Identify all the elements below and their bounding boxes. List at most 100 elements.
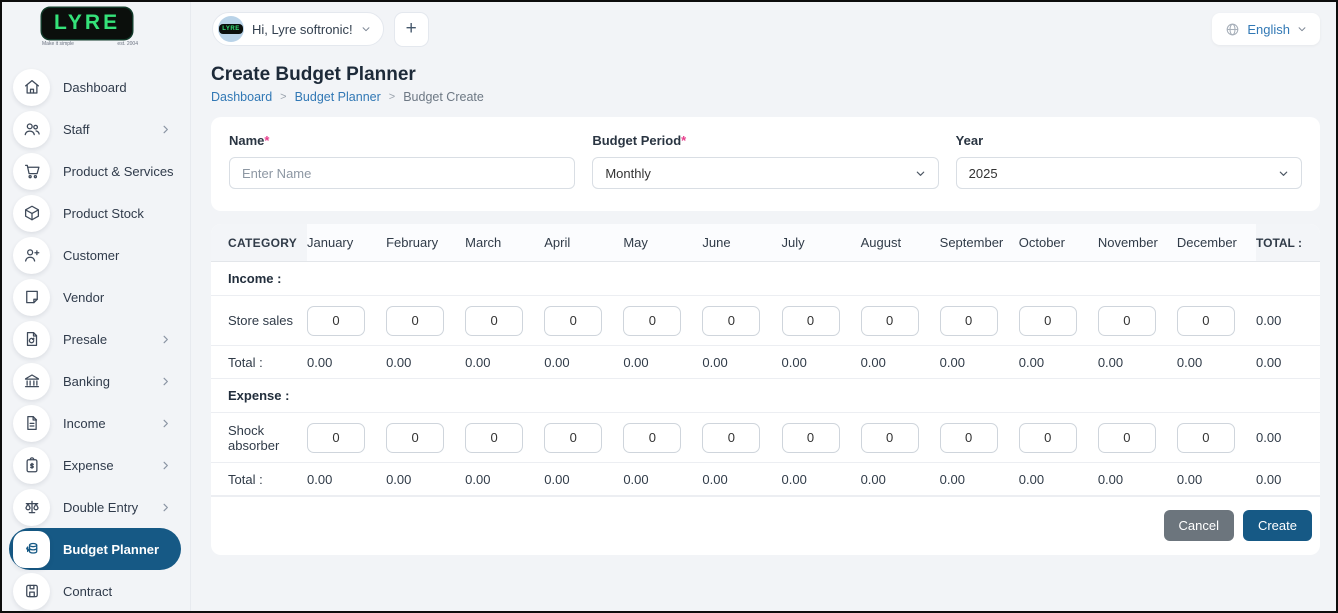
budget-amount-input[interactable] — [861, 306, 919, 336]
sidebar-item-banking[interactable]: Banking — [9, 360, 181, 402]
sidebar-item-product-stock[interactable]: Product Stock — [9, 192, 181, 234]
cancel-button[interactable]: Cancel — [1164, 510, 1234, 541]
sidebar-item-contract[interactable]: Contract — [9, 570, 181, 611]
sidebar-item-expense[interactable]: Expense — [9, 444, 181, 486]
budget-amount-input[interactable] — [1098, 306, 1156, 336]
chevron-right-icon — [160, 124, 171, 135]
budget-amount-input[interactable] — [623, 306, 681, 336]
sidebar-item-customer[interactable]: Customer — [9, 234, 181, 276]
section-total-row: Total :0.000.000.000.000.000.000.000.000… — [211, 346, 1320, 379]
name-field-group: Name* — [229, 133, 575, 189]
chevron-right-icon — [160, 376, 171, 387]
chevron-down-icon — [915, 168, 926, 179]
month-input-cell — [386, 423, 465, 453]
scales-icon — [13, 489, 50, 526]
breadcrumb-link[interactable]: Budget Planner — [295, 90, 381, 104]
sidebar-item-presale[interactable]: Presale — [9, 318, 181, 360]
month-total-value: 0.00 — [861, 355, 940, 370]
budget-amount-input[interactable] — [702, 306, 760, 336]
sidebar-item-income[interactable]: Income — [9, 402, 181, 444]
budget-amount-input[interactable] — [386, 423, 444, 453]
budget-amount-input[interactable] — [940, 423, 998, 453]
sidebar-item-label: Budget Planner — [63, 542, 171, 557]
sidebar-item-budget-planner[interactable]: Budget Planner — [9, 528, 181, 570]
month-total-value: 0.00 — [702, 472, 781, 487]
month-input-cell — [623, 306, 702, 336]
year-field-label: Year — [956, 133, 1302, 148]
sidebar-item-label: Contract — [63, 584, 171, 599]
sidebar-item-vendor[interactable]: Vendor — [9, 276, 181, 318]
month-total-value: 0.00 — [386, 355, 465, 370]
breadcrumb-link[interactable]: Dashboard — [211, 90, 272, 104]
chevron-down-icon — [1297, 24, 1307, 34]
budget-amount-input[interactable] — [623, 423, 681, 453]
budget-amount-input[interactable] — [1019, 306, 1077, 336]
budget-amount-input[interactable] — [307, 306, 365, 336]
budget-amount-input[interactable] — [782, 423, 840, 453]
month-total-value: 0.00 — [782, 355, 861, 370]
month-input-cell — [1177, 423, 1256, 453]
budget-amount-input[interactable] — [940, 306, 998, 336]
budget-amount-input[interactable] — [1019, 423, 1077, 453]
month-total-value: 0.00 — [1019, 472, 1098, 487]
year-field-group: Year 2025 — [956, 133, 1302, 189]
month-total-value: 0.00 — [1019, 355, 1098, 370]
month-input-cell — [465, 423, 544, 453]
section-heading-expense: Expense : — [211, 379, 1320, 413]
budget-amount-input[interactable] — [465, 423, 523, 453]
budget-amount-input[interactable] — [307, 423, 365, 453]
year-select[interactable]: 2025 — [956, 157, 1302, 189]
home-icon — [13, 69, 50, 106]
month-total-value: 0.00 — [544, 355, 623, 370]
column-header-month: October — [1019, 235, 1098, 250]
category-label: Store sales — [211, 313, 307, 328]
budget-period-select[interactable]: Monthly — [592, 157, 938, 189]
globe-icon — [1225, 22, 1240, 37]
budget-amount-input[interactable] — [544, 423, 602, 453]
brand-logo[interactable]: LYRE Make it simple est. 2004 — [2, 2, 190, 54]
budget-amount-input[interactable] — [782, 306, 840, 336]
bank-icon — [13, 363, 50, 400]
file-lines-icon — [13, 405, 50, 442]
language-label: English — [1247, 22, 1290, 37]
month-total-value: 0.00 — [1177, 355, 1256, 370]
column-header-month: July — [782, 235, 861, 250]
category-label: Shock absorber — [211, 423, 307, 453]
month-total-value: 0.00 — [544, 472, 623, 487]
sidebar-item-label: Income — [63, 416, 160, 431]
sidebar-item-double-entry[interactable]: Double Entry — [9, 486, 181, 528]
budget-amount-input[interactable] — [544, 306, 602, 336]
budget-amount-input[interactable] — [702, 423, 760, 453]
budget-amount-input[interactable] — [465, 306, 523, 336]
section-total-row: Total :0.000.000.000.000.000.000.000.000… — [211, 463, 1320, 496]
sidebar-item-staff[interactable]: Staff — [9, 108, 181, 150]
breadcrumb-current: Budget Create — [403, 90, 484, 104]
contract-icon — [13, 573, 50, 610]
month-input-cell — [1019, 306, 1098, 336]
profile-menu-button[interactable]: LYRE Hi, Lyre softronic! — [212, 12, 384, 46]
budget-amount-input[interactable] — [386, 306, 444, 336]
month-input-cell — [623, 423, 702, 453]
total-label: Total : — [211, 472, 307, 487]
budget-amount-input[interactable] — [1098, 423, 1156, 453]
budget-amount-input[interactable] — [1177, 423, 1235, 453]
month-input-cell — [782, 306, 861, 336]
chevron-down-icon — [1278, 168, 1289, 179]
chevron-right-icon — [160, 502, 171, 513]
sidebar-item-dashboard[interactable]: Dashboard — [9, 66, 181, 108]
section-heading-income: Income : — [211, 262, 1320, 296]
month-input-cell — [861, 423, 940, 453]
budget-amount-input[interactable] — [1177, 306, 1235, 336]
column-header-month: December — [1177, 235, 1256, 250]
name-input[interactable] — [229, 157, 575, 189]
create-button[interactable]: Create — [1243, 510, 1312, 541]
sidebar-item-label: Customer — [63, 248, 171, 263]
required-asterisk: * — [264, 133, 269, 148]
add-workspace-button[interactable]: + — [394, 12, 429, 47]
brand-logo-text: LYRE — [54, 11, 120, 34]
language-selector[interactable]: English — [1212, 13, 1320, 45]
budget-amount-input[interactable] — [861, 423, 919, 453]
month-total-value: 0.00 — [465, 355, 544, 370]
sidebar-item-product-services[interactable]: Product & Services — [9, 150, 181, 192]
table-header-row: CATEGORYJanuaryFebruaryMarchAprilMayJune… — [211, 224, 1320, 262]
